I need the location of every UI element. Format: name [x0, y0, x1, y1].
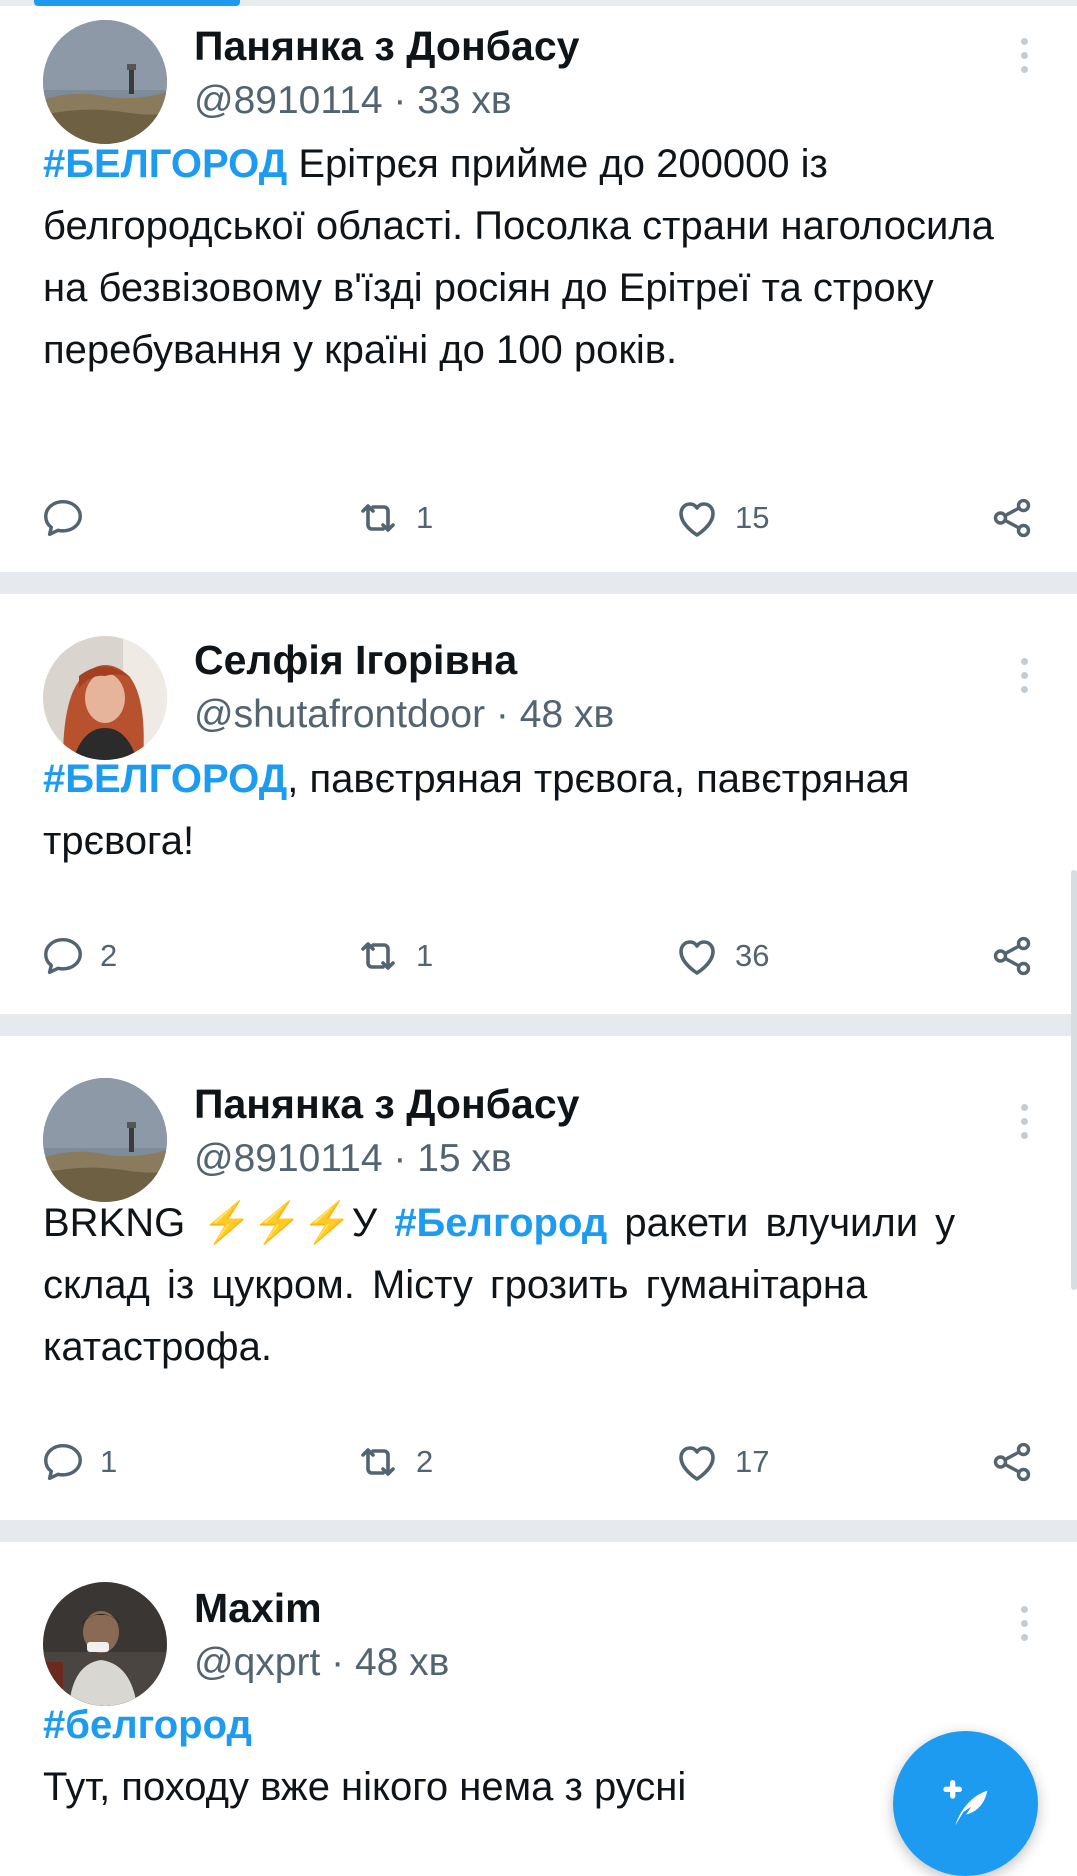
author-name[interactable]: Панянка з Донбасу [194, 22, 579, 70]
heart-icon [673, 494, 721, 542]
tweet-divider [0, 1014, 1077, 1036]
hashtag-link[interactable]: #БЕЛГОРОД [43, 142, 287, 186]
like-count: 15 [735, 500, 770, 535]
like-button[interactable]: 36 [673, 930, 769, 982]
hashtag-link[interactable]: #Белгород [394, 1201, 607, 1245]
like-button[interactable]: 15 [673, 492, 769, 544]
reply-button[interactable]: 1 [40, 1436, 117, 1488]
tweet-divider [0, 1520, 1077, 1542]
timestamp[interactable]: 48 хв [520, 693, 614, 736]
tweet-card[interactable]: Панянка з Донбасу @8910114 · 33 хв #БЕЛГ… [0, 6, 1077, 572]
reply-icon [40, 1439, 86, 1485]
retweet-icon [354, 932, 402, 980]
heart-icon [673, 1438, 721, 1486]
author-meta: @8910114 · 15 хв [194, 1136, 512, 1182]
share-button[interactable] [989, 1436, 1035, 1488]
tweet-text: BRKNG ⚡⚡⚡У #Белгород ракети влучили у ск… [43, 1192, 1043, 1378]
retweet-count: 1 [416, 938, 434, 973]
tweet-card[interactable]: Селфія Ігорівна @shutafrontdoor · 48 хв … [0, 594, 1077, 1014]
tweet-text: #БЕЛГОРОД Ерітрєя прийме до 200000 із бе… [43, 133, 1043, 381]
more-vertical-icon[interactable] [1014, 1606, 1034, 1650]
heart-icon [673, 932, 721, 980]
share-icon [989, 933, 1035, 979]
timestamp[interactable]: 15 хв [417, 1137, 511, 1180]
meta-separator: · [382, 79, 418, 122]
share-icon [989, 1439, 1035, 1485]
author-meta: @qxprt · 48 хв [194, 1640, 449, 1686]
like-count: 36 [735, 938, 770, 973]
retweet-button[interactable]: 2 [354, 1436, 433, 1488]
reply-count: 1 [100, 1444, 118, 1479]
avatar[interactable] [43, 636, 167, 760]
author-meta: @shutafrontdoor · 48 хв [194, 692, 614, 738]
author-name[interactable]: Селфія Ігорівна [194, 636, 517, 684]
tweet-divider [0, 572, 1077, 594]
scrollbar[interactable] [1071, 870, 1077, 1290]
share-button[interactable] [989, 930, 1035, 982]
retweet-button[interactable]: 1 [354, 492, 433, 544]
retweet-button[interactable]: 1 [354, 930, 433, 982]
avatar[interactable] [43, 1078, 167, 1202]
compose-feather-icon [942, 1779, 987, 1825]
tweet-body-prefix: BRKNG [43, 1201, 203, 1245]
author-handle[interactable]: @8910114 [194, 1137, 383, 1180]
more-vertical-icon[interactable] [1014, 1104, 1034, 1148]
hashtag-link[interactable]: #БЕЛГОРОД [43, 757, 287, 801]
reply-button[interactable] [40, 492, 86, 544]
reply-count: 2 [100, 938, 118, 973]
compose-tweet-button[interactable] [893, 1731, 1038, 1876]
more-vertical-icon[interactable] [1014, 658, 1034, 702]
share-icon [989, 495, 1035, 541]
like-button[interactable]: 17 [673, 1436, 769, 1488]
author-handle[interactable]: @qxprt [194, 1641, 320, 1684]
retweet-icon [354, 1438, 402, 1486]
author-handle[interactable]: @shutafrontdoor [194, 693, 485, 736]
lightning-emoji: ⚡⚡⚡ [202, 1201, 352, 1245]
more-vertical-icon[interactable] [1014, 38, 1034, 82]
timestamp[interactable]: 48 хв [355, 1641, 449, 1684]
tweet-text: #БЕЛГОРОД, павєтряная трєвога, павєтряна… [43, 748, 1043, 872]
tweet-body-mid: У [351, 1201, 395, 1245]
avatar[interactable] [43, 1582, 167, 1706]
meta-separator: · [382, 1137, 418, 1180]
share-button[interactable] [989, 492, 1035, 544]
reply-button[interactable]: 2 [40, 930, 117, 982]
meta-separator: · [485, 693, 520, 736]
retweet-count: 2 [416, 1444, 434, 1479]
hashtag-link[interactable]: #белгород [43, 1694, 1043, 1756]
author-meta: @8910114 · 33 хв [194, 78, 512, 124]
reply-icon [40, 495, 86, 541]
timestamp[interactable]: 33 хв [417, 79, 511, 122]
tweet-card[interactable]: Панянка з Донбасу @8910114 · 15 хв BRKNG… [0, 1036, 1077, 1520]
avatar[interactable] [43, 20, 167, 144]
meta-separator: · [320, 1641, 355, 1684]
author-handle[interactable]: @8910114 [194, 79, 383, 122]
like-count: 17 [735, 1444, 770, 1479]
author-name[interactable]: Maxim [194, 1584, 322, 1632]
author-name[interactable]: Панянка з Донбасу [194, 1080, 579, 1128]
reply-icon [40, 933, 86, 979]
retweet-count: 1 [416, 500, 434, 535]
retweet-icon [354, 494, 402, 542]
